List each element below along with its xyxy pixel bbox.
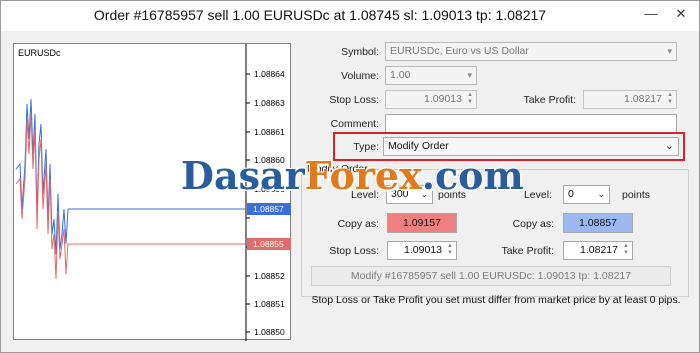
watermark-part1: Dasar (181, 153, 305, 198)
chart-symbol: EURUSDc (18, 48, 61, 58)
modify-stop-loss-label: Stop Loss: (329, 245, 379, 257)
price-tick-label: 1.08863 (254, 98, 285, 108)
modify-take-profit-label: Take Profit: (501, 245, 554, 257)
modify-take-profit-value: 1.08217 (580, 244, 618, 256)
dasarforex-watermark: DasarForex.com (181, 153, 524, 198)
title-bar: Order #16785957 sell 1.00 EURUSDc at 1.0… (1, 1, 699, 31)
copy-as-left-label: Copy as: (337, 218, 379, 230)
modify-stop-loss-field[interactable]: 1.09013 ▲ ▼ (387, 241, 457, 260)
type-value: Modify Order (388, 140, 449, 152)
take-profit-field[interactable]: 1.08217 ▲ ▼ (583, 90, 677, 109)
symbol-label: Symbol: (341, 46, 379, 58)
close-button[interactable]: ✕ (667, 1, 695, 29)
spinner-arrows-icon: ▲ ▼ (467, 92, 473, 105)
take-profit-label: Take Profit: (523, 94, 576, 106)
minimize-button[interactable]: — (637, 1, 665, 29)
price-tick-label: 1.08850 (254, 327, 285, 337)
stop-loss-value: 1.09013 (424, 93, 462, 105)
window-title: Order #16785957 sell 1.00 EURUSDc at 1.0… (93, 7, 547, 23)
modify-order-button[interactable]: Modify #16785957 sell 1.00 EURUSDc: 1.09… (311, 266, 671, 286)
order-dialog: Order #16785957 sell 1.00 EURUSDc at 1.0… (0, 0, 700, 353)
copy-as-right-label: Copy as: (512, 218, 554, 230)
chevron-down-icon: ▾ (667, 46, 672, 56)
level-select-right[interactable]: 0 ⌄ (563, 185, 610, 204)
spinner-arrows-icon: ▲ ▼ (667, 92, 673, 105)
points-label-right: points (622, 189, 651, 201)
stop-level-note: Stop Loss or Take Profit you set must di… (311, 294, 681, 306)
price-tick-label: 1.08851 (254, 299, 285, 309)
chevron-down-icon: ⌄ (664, 140, 674, 152)
comment-input[interactable] (385, 114, 677, 133)
watermark-part3: .com (421, 153, 524, 198)
symbol-select[interactable]: EURUSDc, Euro vs US Dollar ▾ (385, 42, 677, 61)
ask-price-text: 1.08857 (253, 204, 284, 214)
modify-stop-loss-value: 1.09013 (404, 244, 442, 256)
spinner-arrows-icon: ▲ ▼ (447, 243, 453, 256)
volume-label: Volume: (341, 70, 379, 82)
stop-loss-field[interactable]: 1.09013 ▲ ▼ (385, 90, 477, 109)
spinner-arrows-icon: ▲ ▼ (623, 243, 629, 256)
volume-value: 1.00 (390, 69, 411, 81)
watermark-part2: Forex (304, 153, 422, 198)
chevron-down-icon: ⌄ (597, 189, 605, 199)
type-label: Type: (353, 141, 379, 153)
modify-take-profit-field[interactable]: 1.08217 ▲ ▼ (563, 241, 633, 260)
price-tick-label: 1.08861 (254, 127, 285, 137)
copy-as-left-button[interactable]: 1.09157 (387, 213, 457, 233)
take-profit-value: 1.08217 (624, 93, 662, 105)
comment-label: Comment: (330, 118, 379, 130)
copy-as-right-button[interactable]: 1.08857 (563, 213, 633, 233)
price-tick-label: 1.08852 (254, 271, 285, 281)
stop-loss-label: Stop Loss: (329, 94, 379, 106)
volume-select[interactable]: 1.00 ▾ (385, 66, 477, 85)
symbol-value: EURUSDc, Euro vs US Dollar (390, 45, 529, 57)
level-value-right: 0 (568, 188, 574, 200)
price-tick-label: 1.08864 (254, 69, 285, 79)
bid-price-text: 1.08855 (253, 239, 284, 249)
chevron-down-icon: ▾ (467, 70, 472, 80)
